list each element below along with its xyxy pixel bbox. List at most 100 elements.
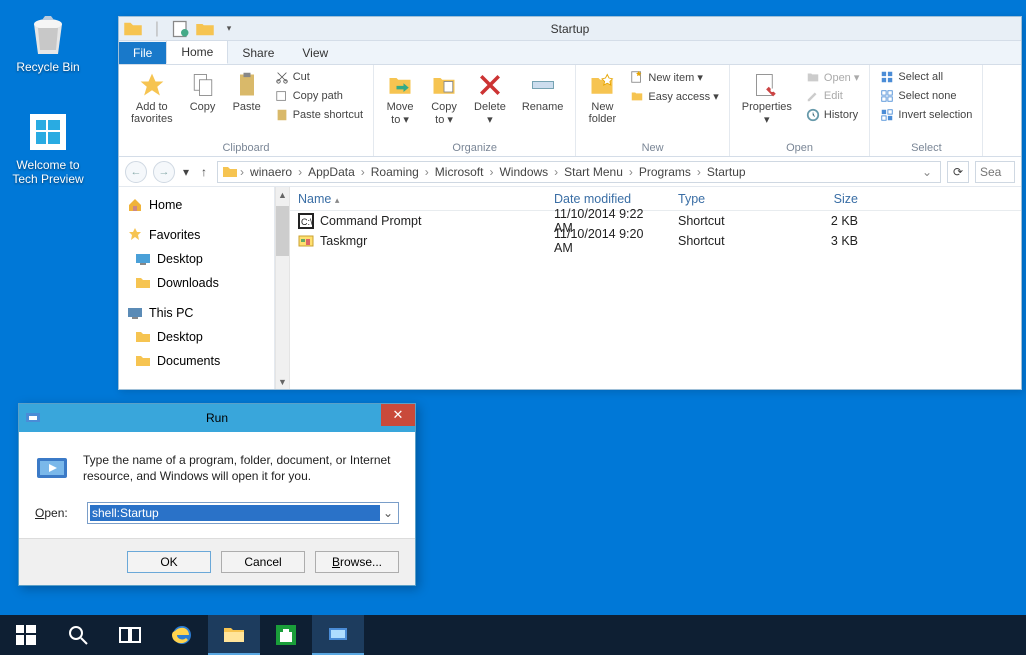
ie-button[interactable] [156,615,208,655]
close-button[interactable]: ✕ [381,404,415,426]
delete-button[interactable]: Delete ▾ [470,69,510,128]
ribbon: Add to favorites Copy Paste Cut Copy pat… [119,65,1021,157]
window-title: Startup [119,22,1021,36]
task-view-button[interactable] [104,615,156,655]
copy-to-button[interactable]: Copy to ▾ [426,69,462,128]
crumb[interactable]: AppData [304,165,359,179]
scroll-up-icon[interactable]: ▲ [276,187,289,202]
group-clipboard: Add to favorites Copy Paste Cut Copy pat… [119,65,374,156]
history-button[interactable]: History [804,107,862,123]
scroll-down-icon[interactable]: ▼ [276,374,289,389]
nav-fav-downloads[interactable]: Downloads [119,271,274,295]
run-description: Type the name of a program, folder, docu… [83,452,399,486]
move-to-button[interactable]: Move to ▾ [382,69,418,128]
run-titlebar[interactable]: Run ✕ [19,404,415,432]
crumb[interactable]: winaero [246,165,296,179]
run-taskbar-button[interactable] [312,615,364,655]
combo-dropdown-icon[interactable]: ⌄ [380,506,396,520]
cancel-button[interactable]: Cancel [221,551,305,573]
start-button[interactable] [0,615,52,655]
back-button[interactable]: ← [125,161,147,183]
col-name[interactable]: Name ▴ [290,192,546,206]
nav-scrollbar[interactable]: ▲ ▼ [275,187,290,389]
new-folder-button[interactable]: New folder [584,69,620,127]
edit-button[interactable]: Edit [804,88,862,104]
shortcut-icon: C:\ [298,213,314,229]
breadcrumb[interactable]: › winaero› AppData› Roaming› Microsoft› … [217,161,941,183]
nav-thispc[interactable]: This PC [119,301,274,325]
cut-button[interactable]: Cut [273,69,365,85]
tab-file[interactable]: File [119,42,166,64]
easy-access-button[interactable]: Easy access ▾ [628,88,720,104]
qat-sep: | [147,19,167,39]
rename-button[interactable]: Rename [518,69,568,115]
scroll-thumb[interactable] [276,206,289,256]
run-app-icon [35,452,69,486]
col-type[interactable]: Type [670,192,786,206]
file-list: Name ▴ Date modified Type Size C:\Comman… [290,187,1021,389]
ok-button[interactable]: OK [127,551,211,573]
new-folder-icon[interactable] [195,19,215,39]
select-all-button[interactable]: Select all [878,69,974,85]
list-item[interactable]: Taskmgr 11/10/2014 9:20 AM Shortcut 3 KB [290,231,1021,251]
open-button[interactable]: Open ▾ [804,69,862,85]
nav-fav-desktop[interactable]: Desktop [119,247,274,271]
paste-shortcut-button[interactable]: Paste shortcut [273,107,365,123]
crumb[interactable]: Microsoft [431,165,488,179]
properties-icon[interactable] [171,19,191,39]
address-bar: ← → ▾ ↑ › winaero› AppData› Roaming› Mic… [119,157,1021,187]
store-button[interactable] [260,615,312,655]
recycle-bin-label: Recycle Bin [8,60,88,74]
group-open: Properties ▾ Open ▾ Edit History Open [730,65,871,156]
select-none-button[interactable]: Select none [878,88,974,104]
svg-text:C:\: C:\ [301,217,313,227]
forward-button[interactable]: → [153,161,175,183]
invert-selection-button[interactable]: Invert selection [878,107,974,123]
tab-view[interactable]: View [288,42,342,64]
run-dialog: Run ✕ Type the name of a program, folder… [18,403,416,586]
ribbon-tabs: File Home Share View [119,41,1021,65]
group-new: New folder New item ▾ Easy access ▾ New [576,65,729,156]
folder-icon [222,164,238,180]
open-combo[interactable]: ⌄ [87,502,399,524]
browse-button[interactable]: Browse... [315,551,399,573]
group-select: Select all Select none Invert selection … [870,65,983,156]
refresh-button[interactable]: ⟳ [947,161,969,183]
recent-dropdown[interactable]: ▾ [181,165,191,179]
qat-dropdown-icon[interactable]: ▾ [219,19,239,39]
nav-pc-desktop[interactable]: Desktop [119,325,274,349]
group-organize: Move to ▾ Copy to ▾ Delete ▾ Rename Orga… [374,65,576,156]
new-item-button[interactable]: New item ▾ [628,69,720,85]
col-date[interactable]: Date modified [546,192,670,206]
nav-home[interactable]: Home [119,193,274,217]
nav-pane: Home Favorites Desktop Downloads This PC… [119,187,275,389]
explorer-taskbar-button[interactable] [208,615,260,655]
run-title: Run [19,411,415,425]
add-to-favorites-button[interactable]: Add to favorites [127,69,177,127]
recycle-bin-icon[interactable]: Recycle Bin [8,10,88,74]
col-size[interactable]: Size [786,192,866,206]
crumb[interactable]: Start Menu [560,165,627,179]
up-button[interactable]: ↑ [197,165,211,179]
quick-access-toolbar: | ▾ Startup [119,17,1021,41]
nav-favorites[interactable]: Favorites [119,223,274,247]
welcome-label: Welcome to Tech Preview [8,158,88,186]
copy-path-button[interactable]: Copy path [273,88,365,104]
nav-pc-documents[interactable]: Documents [119,349,274,373]
copy-button[interactable]: Copy [185,69,221,115]
shortcut-icon [298,233,314,249]
crumb[interactable]: Roaming [367,165,423,179]
tab-share[interactable]: Share [228,42,288,64]
crumb[interactable]: Startup [703,165,750,179]
search-input[interactable] [975,161,1015,183]
paste-button[interactable]: Paste [229,69,265,115]
crumb[interactable]: Windows [495,165,552,179]
properties-button[interactable]: Properties ▾ [738,69,796,128]
crumb[interactable]: Programs [635,165,695,179]
tab-home[interactable]: Home [166,40,228,64]
folder-icon [123,19,143,39]
taskbar [0,615,1026,655]
search-button[interactable] [52,615,104,655]
welcome-shortcut-icon[interactable]: Welcome to Tech Preview [8,108,88,186]
open-input[interactable] [90,505,380,521]
